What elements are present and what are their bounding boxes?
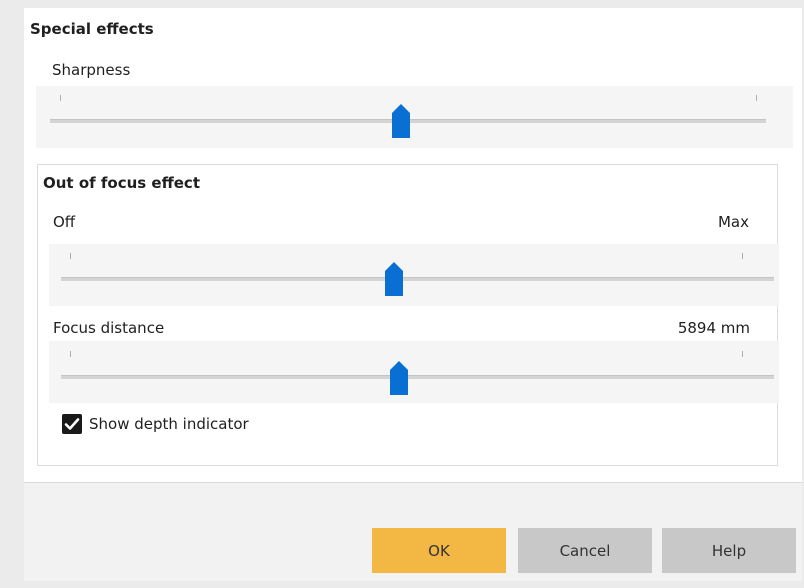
cancel-button[interactable]: Cancel [518,528,652,573]
show-depth-indicator-label[interactable]: Show depth indicator [89,415,249,433]
slider-tick-min [60,95,61,101]
sharpness-slider-thumb[interactable] [392,104,410,138]
focus-distance-value: 5894 mm [677,319,750,337]
out-of-focus-slider-thumb[interactable] [385,262,403,296]
slider-tick-max [742,253,743,259]
out-of-focus-slider[interactable] [49,244,779,306]
slider-tick-min [70,351,71,357]
out-of-focus-max-label: Max [717,213,749,231]
sharpness-label: Sharpness [52,61,131,79]
slider-tick-max [742,351,743,357]
slider-tick-max [756,95,757,101]
focus-distance-label: Focus distance [53,319,165,337]
checkmark-icon [64,418,80,430]
slider-track[interactable] [61,277,774,281]
slider-tick-min [70,253,71,259]
section-title-special-effects: Special effects [30,20,154,38]
help-button[interactable]: Help [662,528,796,573]
special-effects-dialog: Special effects Sharpness Out of focus e… [24,8,802,581]
ok-button[interactable]: OK [372,528,506,573]
focus-distance-slider-thumb[interactable] [390,361,408,395]
show-depth-indicator-checkbox[interactable] [62,414,82,434]
section-title-out-of-focus: Out of focus effect [43,174,200,192]
out-of-focus-min-label: Off [53,213,76,231]
slider-track[interactable] [61,375,774,379]
sharpness-slider[interactable] [36,86,793,148]
focus-distance-slider[interactable] [49,341,779,403]
